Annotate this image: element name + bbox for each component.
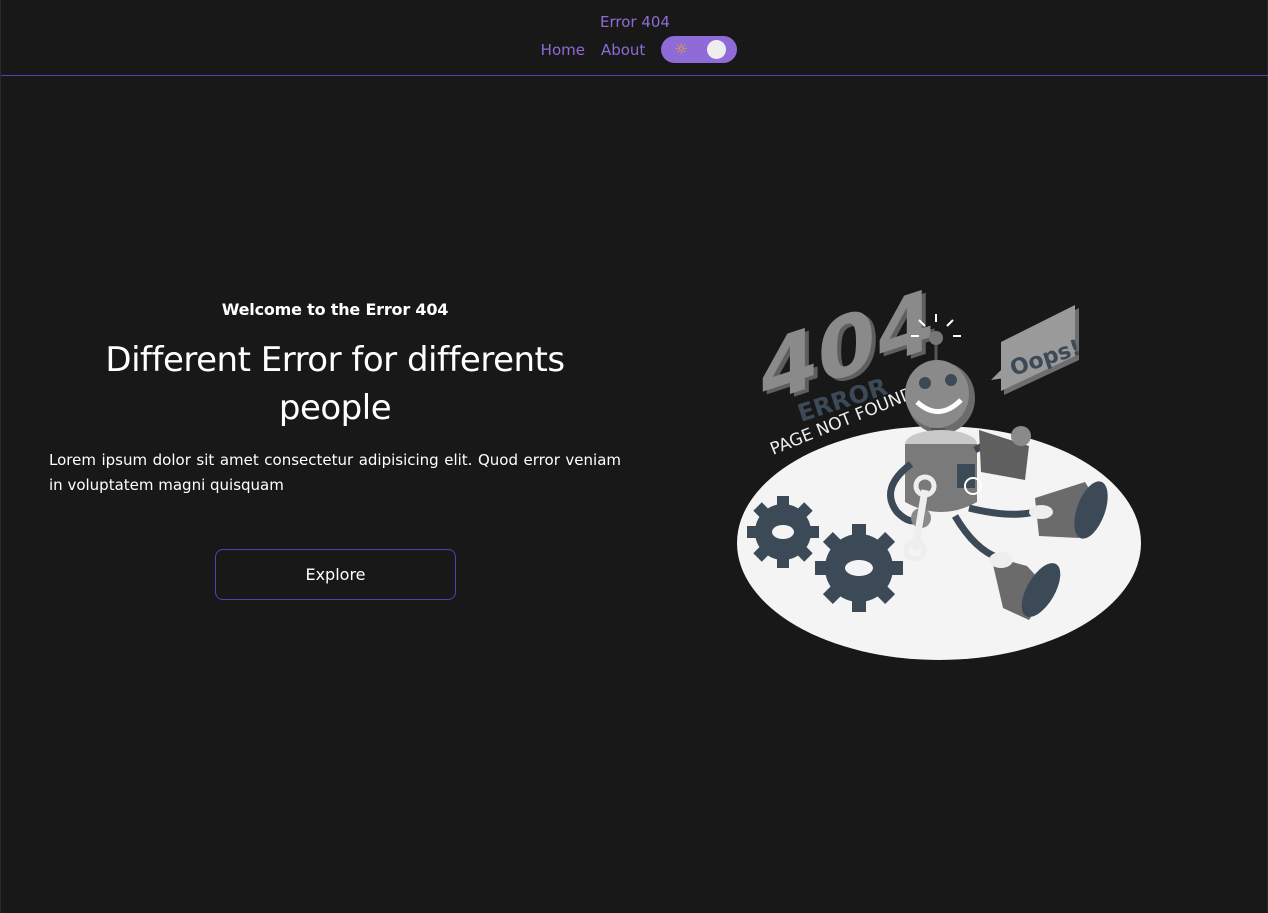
speech-bubble: Oops! [991,305,1084,395]
error-404-illustration: 404 404 ERROR PAGE NOT FOUND Oops! [737,270,1141,660]
toggle-knob [707,40,727,59]
hero-body: Lorem ipsum dolor sit amet consectetur a… [49,451,621,494]
gear-icon [815,524,903,612]
hero-headline: Different Error for differents people [105,340,565,428]
nav-links: Home About ☼ [1,36,1268,63]
sun-icon: ☼ [674,40,688,58]
site-brand[interactable]: Error 404 [1,12,1268,32]
gear-icon [747,496,819,568]
hero-eyebrow: Welcome to the Error 404 [221,300,449,319]
nav-link-about[interactable]: About [601,37,645,63]
hero-section: Welcome to the Error 404 Different Error… [49,296,621,498]
nav-link-home[interactable]: Home [541,37,585,63]
explore-button[interactable]: Explore [215,549,456,600]
theme-toggle[interactable]: ☼ [661,36,738,63]
navbar: Error 404 Home About ☼ [1,0,1268,76]
